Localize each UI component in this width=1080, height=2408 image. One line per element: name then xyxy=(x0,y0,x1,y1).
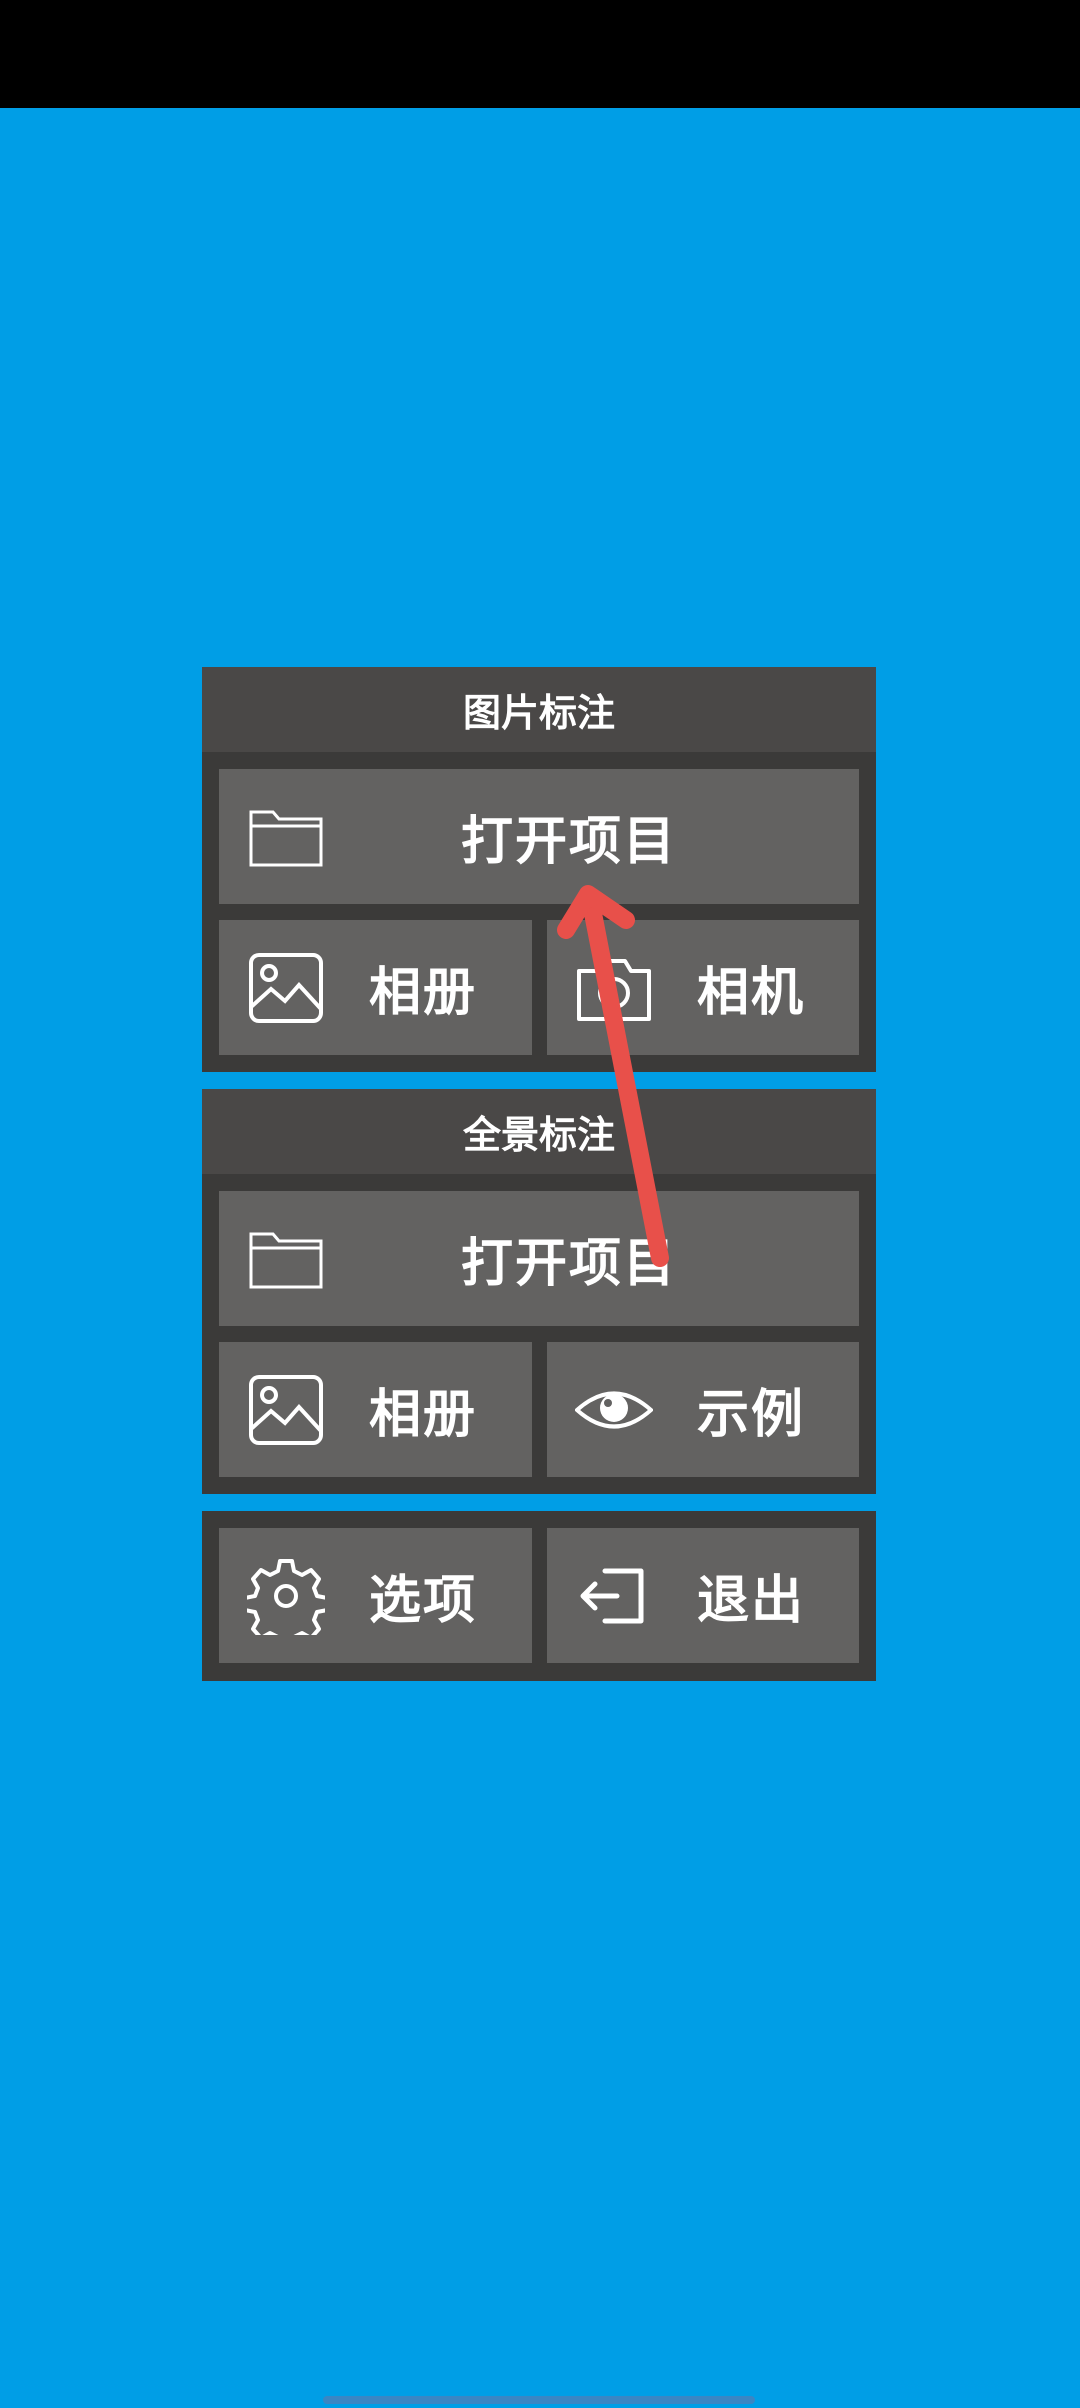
camera-button[interactable]: 相机 xyxy=(547,920,859,1055)
example-label: 示例 xyxy=(697,1385,806,1445)
eye-icon xyxy=(575,1371,653,1449)
panorama-annotation-title: 全景标注 xyxy=(202,1089,876,1174)
exit-icon xyxy=(575,1557,653,1635)
exit-button[interactable]: 退出 xyxy=(547,1528,859,1663)
options-label: 选项 xyxy=(369,1571,478,1631)
camera-label: 相机 xyxy=(697,963,806,1023)
open-project-button[interactable]: 打开项目 xyxy=(219,769,859,904)
options-button[interactable]: 选项 xyxy=(219,1528,532,1663)
panorama-album-button[interactable]: 相册 xyxy=(219,1342,532,1477)
settings-panel: 选项 退出 xyxy=(202,1511,876,1681)
panorama-open-project-button[interactable]: 打开项目 xyxy=(219,1191,859,1326)
image-icon xyxy=(247,1371,325,1449)
camera-icon xyxy=(575,949,653,1027)
exit-label: 退出 xyxy=(697,1571,806,1631)
panorama-open-project-label: 打开项目 xyxy=(460,1234,677,1294)
open-project-label: 打开项目 xyxy=(460,812,677,872)
status-bar xyxy=(0,0,1080,108)
album-button[interactable]: 相册 xyxy=(219,920,532,1055)
image-annotation-title: 图片标注 xyxy=(202,667,876,752)
panorama-album-label: 相册 xyxy=(369,1385,478,1445)
example-button[interactable]: 示例 xyxy=(547,1342,859,1477)
image-annotation-panel: 图片标注 打开项目 相册 相机 xyxy=(202,667,876,1072)
gear-icon xyxy=(247,1557,325,1635)
image-icon xyxy=(247,949,325,1027)
panorama-annotation-panel: 全景标注 打开项目 相册 示例 xyxy=(202,1089,876,1494)
home-indicator[interactable] xyxy=(323,2396,755,2404)
album-label: 相册 xyxy=(369,963,478,1023)
